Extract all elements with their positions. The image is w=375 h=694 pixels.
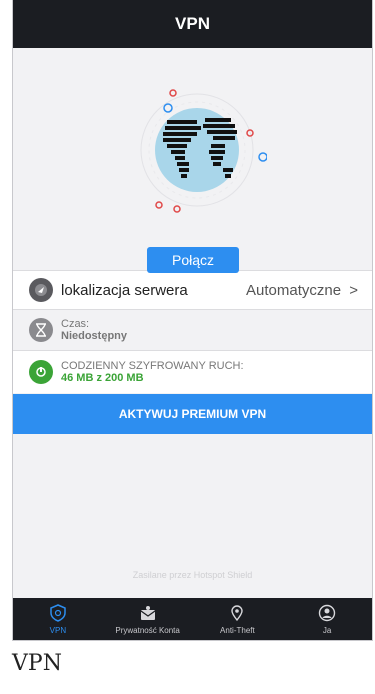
top-bar: VPN bbox=[13, 0, 372, 48]
tab-anti-theft[interactable]: Anti-Theft bbox=[193, 598, 283, 640]
traffic-row: CODZIENNY SZYFROWANY RUCH: 46 MB z 200 M… bbox=[13, 350, 372, 393]
activate-premium-button[interactable]: AKTYWUJ PREMIUM VPN bbox=[13, 394, 372, 434]
page-title: VPN bbox=[175, 14, 210, 33]
server-location-value: Automatyczne > bbox=[246, 281, 358, 299]
app-screen: VPN Połącz lokalizacja serwera Automatyc… bbox=[12, 0, 373, 641]
hourglass-icon bbox=[29, 318, 53, 342]
tab-me[interactable]: Ja bbox=[282, 598, 372, 640]
hero-section: Połącz bbox=[13, 48, 372, 273]
shield-icon bbox=[48, 603, 68, 623]
server-location-label: lokalizacja serwera bbox=[61, 281, 188, 299]
time-value: Niedostępny bbox=[61, 330, 128, 342]
lock-icon bbox=[29, 360, 53, 384]
connect-button[interactable]: Połącz bbox=[147, 247, 239, 273]
globe-arrow-icon bbox=[29, 278, 53, 302]
time-label: Czas: bbox=[61, 318, 90, 330]
screen-caption: VPN bbox=[12, 651, 62, 676]
server-location-row[interactable]: lokalizacja serwera Automatyczne > bbox=[13, 270, 372, 309]
time-row: Czas: Niedostępny bbox=[13, 309, 372, 350]
privacy-icon bbox=[138, 603, 158, 623]
chevron-right-icon: > bbox=[349, 281, 358, 299]
location-pin-icon bbox=[227, 603, 247, 623]
tab-vpn[interactable]: VPN bbox=[13, 598, 103, 640]
tab-privacy[interactable]: Prywatność Konta bbox=[103, 598, 193, 640]
globe-illustration bbox=[127, 70, 268, 240]
tab-bar: VPN Prywatność Konta Anti-Theft Ja bbox=[13, 598, 372, 640]
user-icon bbox=[317, 603, 337, 623]
traffic-value: 46 MB z 200 MB bbox=[61, 372, 144, 384]
powered-by-text: Zasilane przez Hotspot Shield bbox=[132, 570, 253, 580]
traffic-label: CODZIENNY SZYFROWANY RUCH: bbox=[61, 360, 244, 372]
